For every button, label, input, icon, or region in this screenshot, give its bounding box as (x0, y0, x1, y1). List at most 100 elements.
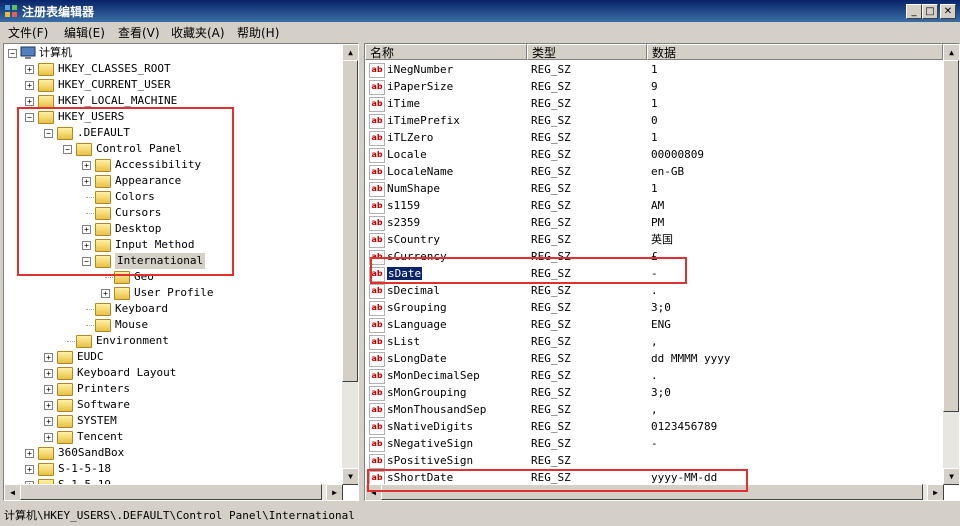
expand-icon[interactable]: + (25, 97, 34, 106)
menu-favorites[interactable]: 收藏夹(A) (171, 24, 225, 41)
expand-icon[interactable]: + (44, 401, 53, 410)
tree-item[interactable]: + HKEY_LOCAL_MACHINE (4, 93, 340, 109)
value-row[interactable]: ab sNegativeSign REG_SZ - (365, 435, 943, 452)
tree-vertical-scrollbar[interactable]: ▲ ▼ (342, 44, 358, 485)
expand-icon[interactable]: + (82, 177, 91, 186)
value-row[interactable]: ab NumShape REG_SZ 1 (365, 180, 943, 197)
value-row[interactable]: ab sLongDate REG_SZ dd MMMM yyyy (365, 350, 943, 367)
column-header-type[interactable]: 类型 (527, 44, 647, 60)
tree-item[interactable]: + Input Method (4, 237, 340, 253)
expand-icon[interactable]: + (44, 353, 53, 362)
tree-item[interactable]: − Control Panel (4, 141, 340, 157)
tree-item[interactable]: Keyboard (4, 301, 340, 317)
value-row[interactable]: ab sList REG_SZ, (365, 333, 943, 350)
scroll-right-button[interactable]: ▶ (326, 484, 343, 500)
collapse-icon[interactable]: − (25, 113, 34, 122)
collapse-icon[interactable]: − (44, 129, 53, 138)
value-row[interactable]: ab iTimePrefix REG_SZ 0 (365, 112, 943, 129)
tree-horizontal-scrollbar[interactable]: ◀ ▶ (4, 484, 343, 500)
tree-item[interactable]: + Software (4, 397, 340, 413)
minimize-button[interactable]: _ (906, 4, 922, 19)
scroll-right-button[interactable]: ▶ (927, 484, 944, 500)
expand-icon[interactable]: + (44, 433, 53, 442)
expand-icon[interactable]: + (101, 289, 110, 298)
scroll-thumb[interactable] (381, 484, 923, 500)
scroll-thumb[interactable] (342, 60, 358, 382)
tree-item[interactable]: + EUDC (4, 349, 340, 365)
tree-item[interactable]: + Tencent (4, 429, 340, 445)
tree-pane[interactable]: − 计算机 + HKEY_CLASSES_ROOT + HKEY_CURRENT_USER… (3, 43, 359, 501)
scroll-down-button[interactable]: ▼ (943, 468, 959, 485)
tree-item[interactable]: Mouse (4, 317, 340, 333)
values-pane[interactable]: 名称 类型 数据 ab iNegNumber REG_SZ 1 ab iPaperSize… (364, 43, 960, 501)
collapse-icon[interactable]: − (63, 145, 72, 154)
value-row[interactable]: ab sPositiveSign REG_SZ (365, 452, 943, 469)
expand-icon[interactable]: + (82, 225, 91, 234)
value-row[interactable]: ab sMonDecimalSep REG_SZ. (365, 367, 943, 384)
tree-item[interactable]: + Desktop (4, 221, 340, 237)
tree-item[interactable]: + Accessibility (4, 157, 340, 173)
menu-edit[interactable]: 编辑(E) (64, 24, 105, 41)
column-header-data[interactable]: 数据 (647, 44, 943, 60)
scroll-left-button[interactable]: ◀ (4, 484, 21, 500)
expand-icon[interactable]: + (25, 65, 34, 74)
value-row[interactable]: ab iTLZero REG_SZ 1 (365, 129, 943, 146)
close-button[interactable]: ✕ (940, 4, 956, 19)
value-row[interactable]: ab s1159 REG_SZ AM (365, 197, 943, 214)
tree-item[interactable]: − .DEFAULT (4, 125, 340, 141)
expand-icon[interactable]: + (82, 241, 91, 250)
value-row[interactable]: ab sMonGrouping REG_SZ 3;0 (365, 384, 943, 401)
menu-view[interactable]: 查看(V) (118, 24, 160, 41)
value-row[interactable]: ab sNativeDigits REG_SZ 0123456789 (365, 418, 943, 435)
scroll-up-button[interactable]: ▲ (943, 44, 959, 61)
value-row[interactable]: ab sCountry REG_SZ 英国 (365, 231, 943, 248)
value-row[interactable]: ab sDate REG_SZ - (365, 265, 943, 282)
scroll-up-button[interactable]: ▲ (342, 44, 358, 61)
tree-item[interactable]: + SYSTEM (4, 413, 340, 429)
tree-item[interactable]: Colors (4, 189, 340, 205)
value-row[interactable]: ab Locale REG_SZ 00000809 (365, 146, 943, 163)
tree-item[interactable]: Geo (4, 269, 340, 285)
scroll-thumb[interactable] (20, 484, 322, 500)
maximize-button[interactable]: □ (922, 4, 938, 19)
scroll-left-button[interactable]: ◀ (365, 484, 382, 500)
value-row[interactable]: ab sMonThousandSep REG_SZ, (365, 401, 943, 418)
tree-item[interactable]: + HKEY_CLASSES_ROOT (4, 61, 340, 77)
value-row[interactable]: ab s2359 REG_SZ PM (365, 214, 943, 231)
tree-item[interactable]: + HKEY_CURRENT_USER (4, 77, 340, 93)
collapse-icon[interactable]: − (82, 257, 91, 266)
values-horizontal-scrollbar[interactable]: ◀ ▶ (365, 484, 944, 500)
value-row[interactable]: ab sGrouping REG_SZ 3;0 (365, 299, 943, 316)
value-row[interactable]: ab sLanguage REG_SZ ENG (365, 316, 943, 333)
expand-icon[interactable]: + (44, 369, 53, 378)
value-row[interactable]: ab iPaperSize REG_SZ 9 (365, 78, 943, 95)
tree-item[interactable]: − International (4, 253, 340, 269)
value-row[interactable]: ab sDecimal REG_SZ. (365, 282, 943, 299)
expand-icon[interactable]: + (25, 465, 34, 474)
value-row[interactable]: ab sCurrency REG_SZ £ (365, 248, 943, 265)
values-vertical-scrollbar[interactable]: ▲ ▼ (943, 44, 959, 485)
expand-icon[interactable]: + (25, 81, 34, 90)
menu-file[interactable]: 文件(F) (8, 24, 48, 41)
expand-icon[interactable]: + (82, 161, 91, 170)
scroll-down-button[interactable]: ▼ (342, 468, 358, 485)
expand-icon[interactable]: + (44, 417, 53, 426)
tree-item[interactable]: Cursors (4, 205, 340, 221)
tree-item[interactable]: + Printers (4, 381, 340, 397)
tree-item[interactable]: + User Profile (4, 285, 340, 301)
menu-help[interactable]: 帮助(H) (237, 24, 279, 41)
tree-item[interactable]: + Keyboard Layout (4, 365, 340, 381)
value-row[interactable]: ab LocaleName REG_SZ en-GB (365, 163, 943, 180)
expand-icon[interactable]: + (44, 385, 53, 394)
value-row[interactable]: ab iNegNumber REG_SZ 1 (365, 61, 943, 78)
expand-icon[interactable]: + (25, 449, 34, 458)
tree-item[interactable]: +360SandBox (4, 445, 340, 461)
tree-item[interactable]: − HKEY_USERS (4, 109, 340, 125)
column-header-name[interactable]: 名称 (365, 44, 527, 60)
collapse-icon[interactable]: − (8, 49, 17, 58)
tree-item[interactable]: Environment (4, 333, 340, 349)
scroll-thumb[interactable] (943, 60, 959, 412)
value-row[interactable]: ab iTime REG_SZ 1 (365, 95, 943, 112)
tree-item[interactable]: + Appearance (4, 173, 340, 189)
tree-item[interactable]: + S-1-5-18 (4, 461, 340, 477)
